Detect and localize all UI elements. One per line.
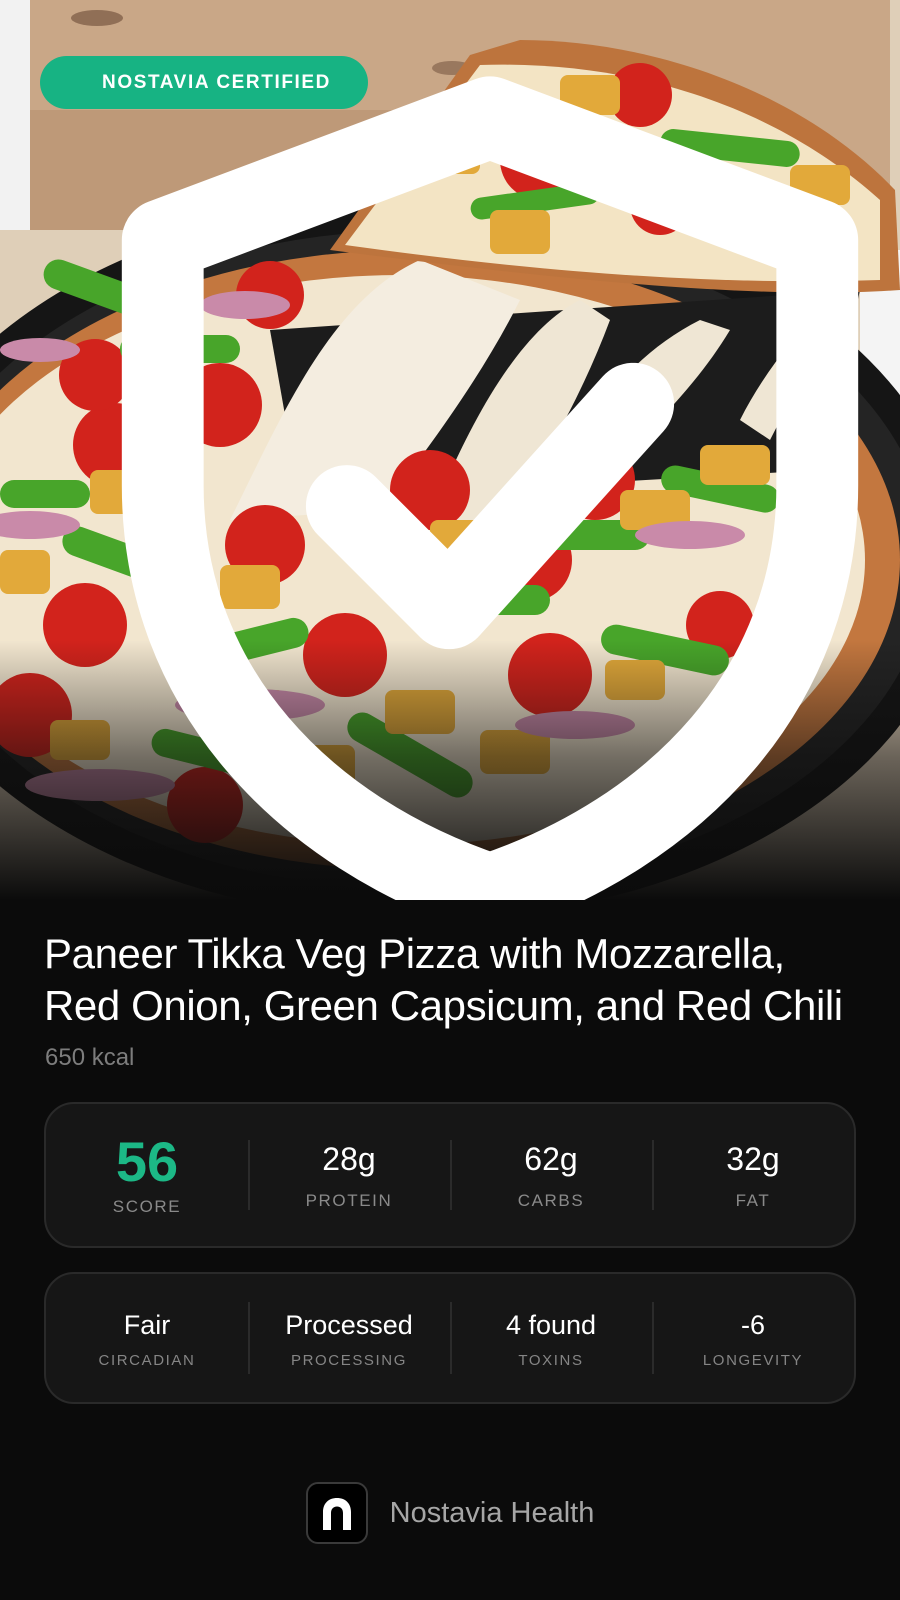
carbs-label: CARBS (517, 1191, 585, 1210)
longevity-label: LONGEVITY (702, 1351, 804, 1369)
score-label: SCORE (112, 1197, 182, 1216)
shield-check-icon (66, 71, 859, 900)
brand-name: Nostavia Health (389, 1496, 595, 1529)
score-value: 56 (115, 1130, 179, 1193)
calories-text: 650 kcal (45, 1044, 135, 1071)
protein-value: 28g (322, 1141, 376, 1177)
carbs-stat: 62g CARBS (450, 1104, 652, 1246)
protein-stat: 28g PROTEIN (248, 1104, 450, 1246)
processing-stat: Processed PROCESSING (248, 1274, 450, 1402)
protein-label: PROTEIN (305, 1191, 393, 1210)
longevity-stat: -6 LONGEVITY (652, 1274, 854, 1402)
toxins-label: TOXINS (518, 1351, 584, 1369)
circadian-label: CIRCADIAN (98, 1351, 196, 1369)
meal-title: Paneer Tikka Veg Pizza with Mozzarella, … (44, 930, 843, 1029)
carbs-value: 62g (524, 1141, 578, 1177)
fat-label: FAT (735, 1191, 771, 1210)
score-stat: 56 SCORE (46, 1104, 248, 1246)
health-card: Fair CIRCADIAN Processed PROCESSING 4 fo… (44, 1272, 856, 1404)
processing-value: Processed (285, 1309, 413, 1340)
hero-food-image: NOSTAVIA CERTIFIED (0, 0, 900, 900)
arch-logo-icon (305, 1482, 368, 1544)
brand-footer: Nostavia Health (0, 1482, 900, 1544)
longevity-value: -6 (740, 1309, 765, 1340)
certified-badge: NOSTAVIA CERTIFIED (40, 56, 859, 900)
macros-card: 56 SCORE 28g PROTEIN 62g CARBS 32g FAT (44, 1102, 856, 1248)
circadian-value: Fair (123, 1309, 171, 1340)
toxins-stat: 4 found TOXINS (450, 1274, 652, 1402)
circadian-stat: Fair CIRCADIAN (46, 1274, 248, 1402)
toxins-value: 4 found (505, 1309, 597, 1340)
processing-label: PROCESSING (290, 1351, 408, 1369)
fat-stat: 32g FAT (652, 1104, 854, 1246)
fat-value: 32g (726, 1141, 780, 1177)
